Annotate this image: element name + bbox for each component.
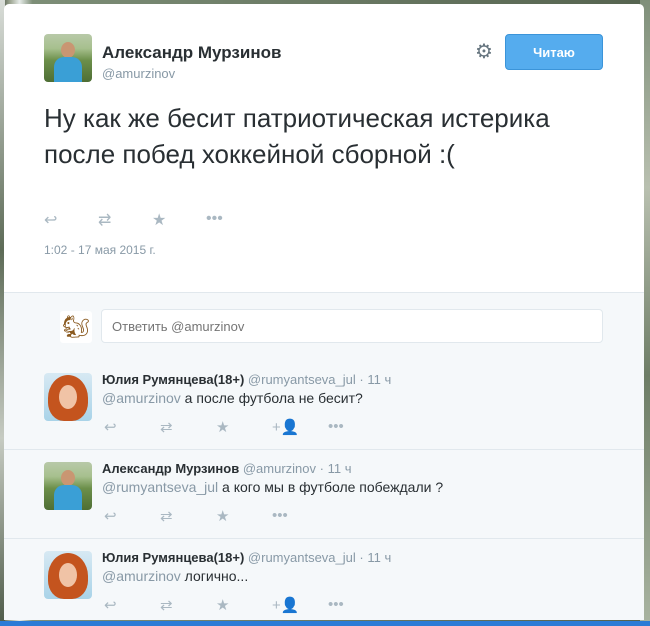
reply-mention[interactable]: @rumyantseva_jul (102, 479, 218, 495)
favorite-icon[interactable]: ★ (216, 596, 272, 614)
author-handle[interactable]: @amurzinov (102, 66, 175, 81)
reply-header: Юлия Румянцева(18+) @rumyantseva_jul · 1… (102, 550, 391, 565)
reply-item[interactable]: Юлия Румянцева(18+) @rumyantseva_jul · 1… (4, 361, 644, 450)
gear-icon[interactable]: ⚙ (474, 42, 494, 62)
reply-author-handle[interactable]: @rumyantseva_jul (248, 372, 356, 387)
reply-body: логично... (180, 568, 249, 584)
tweet-timestamp[interactable]: 1:02 - 17 мая 2015 г. (44, 243, 156, 257)
reply-bar: 🐿 (4, 292, 644, 362)
reply-actions: ↩ ⇄ ★ +👤 ••• (104, 418, 384, 436)
tweet-text: Ну как же бесит патриотическая истерика … (44, 103, 550, 169)
reply-input[interactable] (101, 309, 603, 343)
reply-avatar[interactable] (44, 551, 92, 599)
reply-item[interactable]: Юлия Румянцева(18+) @rumyantseva_jul · 1… (4, 539, 644, 620)
reply-author-name[interactable]: Юлия Румянцева(18+) (102, 372, 244, 387)
favorite-icon[interactable]: ★ (152, 210, 206, 230)
follow-user-icon[interactable]: +👤 (272, 596, 328, 614)
current-user-avatar: 🐿 (60, 311, 92, 343)
reply-author-handle[interactable]: @amurzinov (243, 461, 316, 476)
retweet-icon[interactable]: ⇄ (98, 210, 152, 230)
author-name[interactable]: Александр Мурзинов (102, 43, 281, 63)
reply-icon[interactable]: ↩ (104, 418, 160, 436)
reply-icon[interactable]: ↩ (104, 596, 160, 614)
reply-text: @rumyantseva_jul а кого мы в футболе поб… (102, 479, 443, 495)
tweet-actions: ↩ ⇄ ★ ••• (44, 210, 260, 230)
reply-icon[interactable]: ↩ (104, 507, 160, 525)
reply-body: а после футбола не бесит? (180, 390, 363, 406)
reply-author-name[interactable]: Юлия Румянцева(18+) (102, 550, 244, 565)
reply-text: @amurzinov а после футбола не бесит? (102, 390, 363, 406)
more-icon[interactable]: ••• (328, 418, 384, 436)
reply-header: Юлия Румянцева(18+) @rumyantseva_jul · 1… (102, 372, 391, 387)
reply-author-name[interactable]: Александр Мурзинов (102, 461, 239, 476)
reply-actions: ↩ ⇄ ★ +👤 ••• (104, 596, 384, 614)
author-avatar[interactable] (44, 34, 92, 82)
retweet-icon[interactable]: ⇄ (160, 507, 216, 525)
following-button[interactable]: Читаю (505, 34, 603, 70)
reply-mention[interactable]: @amurzinov (102, 390, 181, 406)
reply-text: @amurzinov логично... (102, 568, 248, 584)
reply-item[interactable]: Александр Мурзинов @amurzinov · 11 ч @ru… (4, 450, 644, 539)
reply-author-handle[interactable]: @rumyantseva_jul (248, 550, 356, 565)
reply-mention[interactable]: @amurzinov (102, 568, 181, 584)
more-icon[interactable]: ••• (206, 210, 260, 230)
more-icon[interactable]: ••• (328, 596, 384, 614)
reply-actions: ↩ ⇄ ★ ••• (104, 507, 328, 525)
replies-list: Юлия Румянцева(18+) @rumyantseva_jul · 1… (4, 361, 644, 620)
tweet-card: Александр Мурзинов @amurzinov ⚙ Читаю Ну… (4, 4, 644, 620)
reply-time[interactable]: · 11 ч (320, 461, 352, 476)
reply-icon[interactable]: ↩ (44, 210, 98, 230)
bottom-bar (0, 621, 650, 626)
favorite-icon[interactable]: ★ (216, 418, 272, 436)
reply-header: Александр Мурзинов @amurzinov · 11 ч (102, 461, 351, 476)
main-tweet: Александр Мурзинов @amurzinov ⚙ Читаю Ну… (4, 4, 644, 290)
retweet-icon[interactable]: ⇄ (160, 596, 216, 614)
reply-body: а кого мы в футболе побеждали ? (218, 479, 444, 495)
reply-avatar[interactable] (44, 373, 92, 421)
favorite-icon[interactable]: ★ (216, 507, 272, 525)
more-icon[interactable]: ••• (272, 507, 328, 525)
reply-avatar[interactable] (44, 462, 92, 510)
retweet-icon[interactable]: ⇄ (160, 418, 216, 436)
follow-user-icon[interactable]: +👤 (272, 418, 328, 436)
reply-time[interactable]: · 11 ч (359, 372, 391, 387)
reply-time[interactable]: · 11 ч (359, 550, 391, 565)
